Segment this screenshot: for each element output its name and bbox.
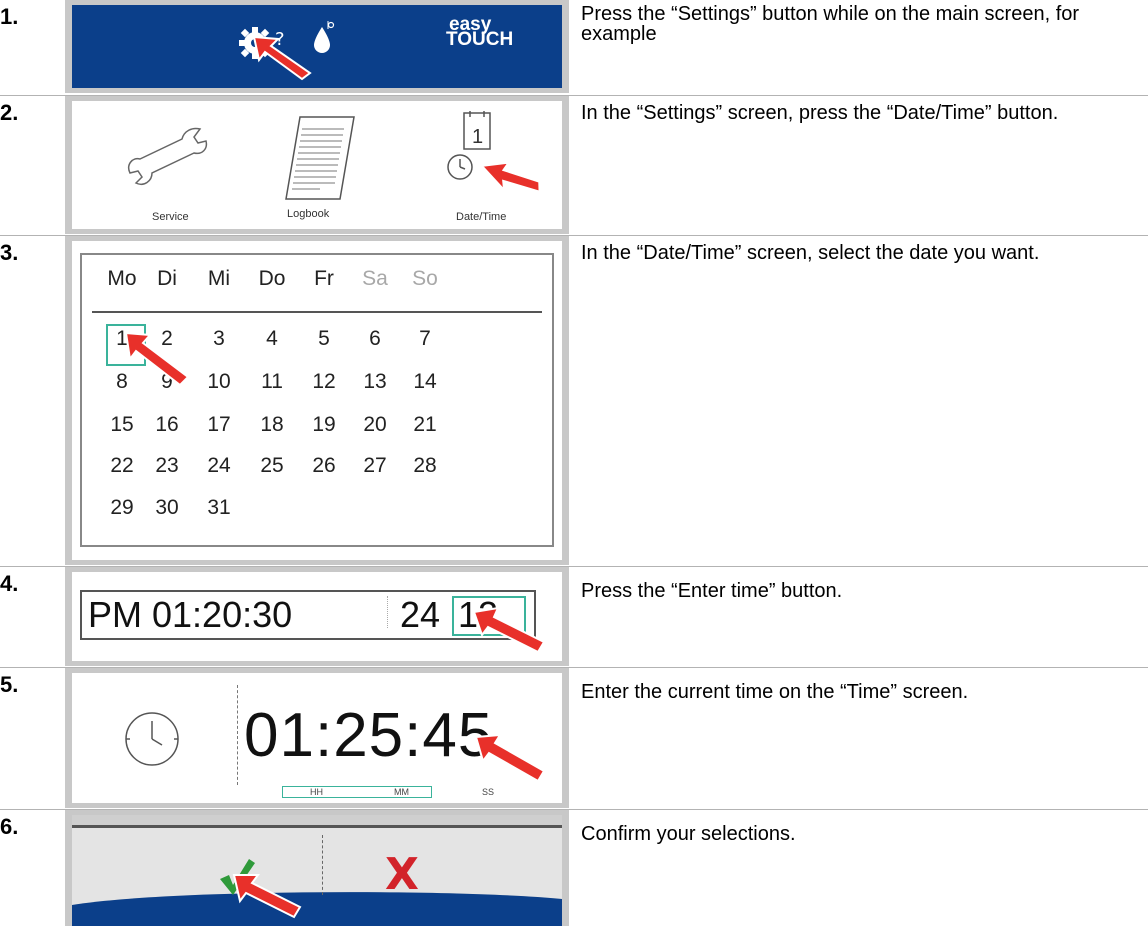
pointer-arrow-icon bbox=[232, 874, 302, 919]
calendar-day[interactable]: 14 bbox=[405, 370, 445, 394]
current-time: PM 01:20:30 bbox=[88, 594, 293, 635]
calendar-day[interactable]: 23 bbox=[147, 454, 187, 478]
calendar-day[interactable]: 30 bbox=[147, 496, 187, 520]
clock-icon bbox=[125, 712, 179, 766]
step-number: 5. bbox=[0, 672, 19, 697]
step-2: 2. Service Logbook 1 Date/Time In the “S… bbox=[0, 96, 1148, 234]
weekday-header: So bbox=[412, 267, 438, 290]
calendar-day[interactable]: 10 bbox=[199, 370, 239, 394]
hours-label: HH bbox=[310, 787, 323, 797]
step-description: Press the “Settings” button while on the… bbox=[581, 3, 1080, 45]
step-6: 6. X Confirm your selections. bbox=[0, 810, 1148, 926]
step-image: PM 01:20:30 24 12 bbox=[65, 567, 569, 666]
format-24-button[interactable]: 24 bbox=[400, 596, 440, 634]
step-description: In the “Date/Time” screen, select the da… bbox=[581, 242, 1040, 264]
step-3: 3. Mo Di Mi Do Fr Sa So 1 2 3 4 5 6 7 8 9 10 11 12 13 14 15 16… bbox=[0, 236, 1148, 565]
calendar-day[interactable]: 18 bbox=[252, 413, 292, 437]
step-number: 3. bbox=[0, 240, 19, 265]
calendar-day[interactable]: 17 bbox=[199, 413, 239, 437]
pointer-arrow-icon bbox=[474, 733, 546, 783]
calendar-day[interactable]: 4 bbox=[252, 327, 292, 351]
water-drop-icon[interactable] bbox=[311, 19, 337, 57]
divider bbox=[322, 835, 323, 895]
main-screen-header: ? easy TOUCH bbox=[72, 5, 562, 88]
pointer-arrow-icon bbox=[252, 35, 312, 81]
weekday-header: Fr bbox=[314, 267, 334, 290]
pointer-arrow-icon bbox=[124, 331, 190, 387]
step-description: Confirm your selections. bbox=[581, 823, 796, 845]
step-image: Service Logbook 1 Date/Time bbox=[65, 96, 569, 234]
pointer-arrow-icon bbox=[479, 161, 540, 194]
calendar-day[interactable]: 13 bbox=[355, 370, 395, 394]
calendar-day[interactable]: 31 bbox=[199, 496, 239, 520]
calendar-day[interactable]: 29 bbox=[102, 496, 142, 520]
step-description: In the “Settings” screen, press the “Dat… bbox=[581, 102, 1059, 124]
calendar-day[interactable]: 21 bbox=[405, 413, 445, 437]
calendar-day[interactable]: 25 bbox=[252, 454, 292, 478]
calendar-day[interactable]: 5 bbox=[304, 327, 344, 351]
step-5: 5. 01:25:45 HH MM SS Enter the current t… bbox=[0, 668, 1148, 808]
calendar-day[interactable]: 24 bbox=[199, 454, 239, 478]
enter-time-button[interactable]: PM 01:20:30 24 12 bbox=[80, 590, 536, 640]
step-number: 6. bbox=[0, 814, 19, 839]
calendar-day[interactable]: 19 bbox=[304, 413, 344, 437]
date-screen: Mo Di Mi Do Fr Sa So 1 2 3 4 5 6 7 8 9 10 11 12 13 14 15 16 17 1… bbox=[72, 241, 562, 560]
weekday-header: Mo bbox=[107, 267, 137, 290]
easytouch-logo: easy TOUCH bbox=[446, 14, 514, 50]
step-description: Enter the current time on the “Time” scr… bbox=[581, 681, 969, 703]
calendar-day[interactable]: 6 bbox=[355, 327, 395, 351]
logbook-label: Logbook bbox=[287, 208, 330, 220]
settings-screen: Service Logbook 1 Date/Time bbox=[72, 101, 562, 229]
svg-text:1: 1 bbox=[472, 126, 483, 148]
weekday-header: Di bbox=[157, 267, 177, 290]
calendar-day[interactable]: 15 bbox=[102, 413, 142, 437]
service-label: Service bbox=[152, 211, 189, 223]
time-screen: 01:25:45 HH MM SS bbox=[72, 673, 562, 803]
cross-icon[interactable]: X bbox=[385, 849, 419, 900]
calendar-day[interactable]: 22 bbox=[102, 454, 142, 478]
time-bar-panel: PM 01:20:30 24 12 bbox=[72, 572, 562, 661]
selected-units-frame bbox=[282, 786, 432, 798]
calendar-header-rule bbox=[92, 311, 542, 313]
calendar-day[interactable]: 27 bbox=[355, 454, 395, 478]
step-image: Mo Di Mi Do Fr Sa So 1 2 3 4 5 6 7 8 9 10 11 12 13 14 15 16 17 1… bbox=[65, 236, 569, 565]
pointer-arrow-icon bbox=[472, 606, 546, 654]
calendar-day[interactable]: 16 bbox=[147, 413, 187, 437]
step-4: 4. PM 01:20:30 24 12 Press the “Enter ti… bbox=[0, 567, 1148, 666]
calendar-day[interactable]: 3 bbox=[199, 327, 239, 351]
weekday-header: Mi bbox=[207, 267, 231, 290]
confirm-panel: X bbox=[72, 815, 562, 926]
calendar-day[interactable]: 28 bbox=[405, 454, 445, 478]
step-number: 4. bbox=[0, 571, 19, 596]
weekday-header: Sa bbox=[362, 267, 388, 290]
logbook-icon[interactable] bbox=[280, 113, 360, 203]
calendar-day[interactable]: 12 bbox=[304, 370, 344, 394]
calendar-day[interactable]: 26 bbox=[304, 454, 344, 478]
step-image: ? easy TOUCH bbox=[65, 0, 569, 93]
time-entry-display[interactable]: 01:25:45 bbox=[244, 703, 493, 769]
step-image: 01:25:45 HH MM SS bbox=[65, 668, 569, 808]
panel-base bbox=[72, 828, 562, 926]
weekday-header: Do bbox=[258, 267, 286, 290]
calendar-day[interactable]: 7 bbox=[405, 327, 445, 351]
calendar-day[interactable]: 20 bbox=[355, 413, 395, 437]
step-number: 1. bbox=[0, 4, 19, 29]
divider bbox=[237, 685, 238, 785]
step-image: X bbox=[65, 810, 569, 926]
minutes-label: MM bbox=[394, 787, 409, 797]
step-1: 1. ? easy TOUCH Press the “Settings” but… bbox=[0, 0, 1148, 93]
step-description: Press the “Enter time” button. bbox=[581, 580, 843, 602]
calendar-day[interactable]: 11 bbox=[252, 370, 292, 394]
wrench-icon[interactable] bbox=[122, 121, 222, 191]
step-number: 2. bbox=[0, 100, 19, 125]
divider bbox=[387, 596, 388, 628]
